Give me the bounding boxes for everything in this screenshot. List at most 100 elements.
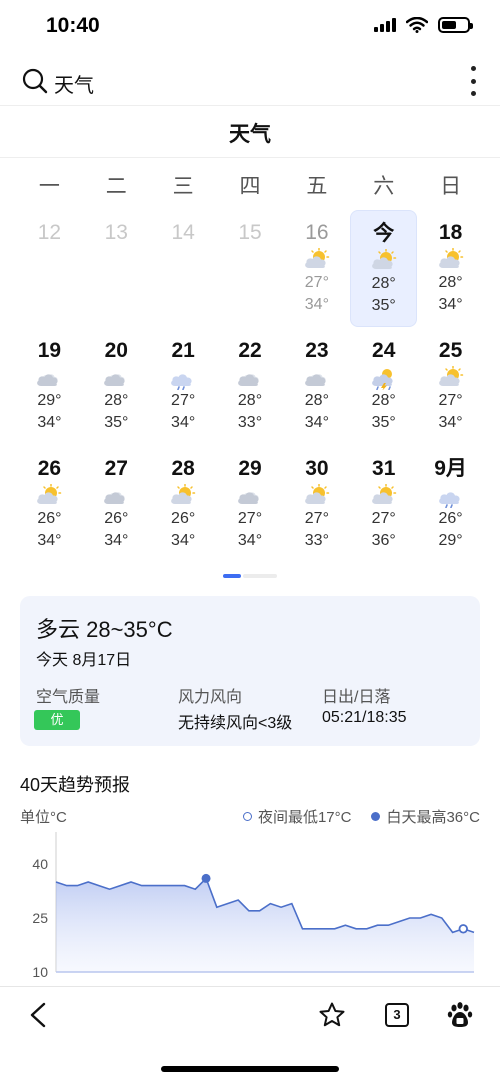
partly-cloudy-icon [304,248,330,268]
calendar-day[interactable]: 24 28° 35° [350,328,417,446]
day-number: 14 [171,221,195,244]
day-number: 21 [171,339,195,362]
day-high-temp: 34° [104,532,129,549]
more-options-icon[interactable] [468,66,478,96]
status-icons [374,17,473,33]
day-high-temp: 34° [237,532,263,549]
calendar-day[interactable]: 23 28° 34° [283,328,350,446]
day-number: 22 [238,339,262,362]
search-bar[interactable]: 天气 [0,58,500,104]
day-low-temp: 27° [237,510,263,527]
legend-high: 白天最高36°C [371,806,480,827]
day-number: 15 [238,221,262,244]
legend-high-marker [371,812,381,821]
calendar-day[interactable]: 18 28° 34° [417,210,484,328]
calendar-day[interactable]: 19 29° 34° [16,328,83,446]
day-high-temp: 34° [171,414,196,431]
day-low-temp: 26° [104,510,129,527]
partly-cloudy-icon [304,484,330,504]
day-number: 24 [372,339,396,362]
page-indicator-active [223,574,241,578]
weekday-label: 五 [306,175,328,198]
day-low-temp: 27° [304,510,329,527]
home-indicator [161,1066,339,1072]
day-number: 26 [37,457,62,480]
cloudy-icon [304,374,326,386]
aqi-label: 空气质量 [36,689,101,706]
trend-area [56,878,474,972]
y-tick-label: 25 [32,910,48,926]
wind-label: 风力风向 [178,689,243,706]
day-low-temp: 28° [104,392,129,409]
status-time: 10:40 [46,14,100,37]
baidu-paw-icon[interactable] [446,1001,474,1029]
day-low-temp: 28° [438,274,463,291]
calendar-day-today[interactable]: 今 28° 35° [350,210,418,327]
min-temp-marker [458,924,468,934]
calendar-day[interactable]: 28 26° 34° [150,446,217,564]
back-icon[interactable] [26,1001,50,1029]
calendar-day[interactable]: 22 28° 33° [217,328,284,446]
calendar-day[interactable]: 25 27° 34° [417,328,484,446]
tab-count-button[interactable]: 3 [385,1003,409,1027]
calendar-day[interactable]: 31 27° 36° [350,446,417,564]
day-high-temp: 34° [37,532,62,549]
search-icon[interactable] [22,68,48,94]
today-summary-card[interactable]: 多云 28~35°C 今天 8月17日 空气质量 优 风力风向 无持续风向<3级… [20,596,480,746]
day-low-temp: 28° [304,392,329,409]
partly-cloudy-icon [438,366,463,386]
trend-unit: 单位°C [20,809,67,826]
star-icon[interactable] [318,1001,346,1029]
calendar-day[interactable]: 9月 26° 29° [417,446,484,564]
calendar-day[interactable]: 29 27° 34° [217,446,284,564]
partly-cloudy-icon [37,484,62,504]
day-low-temp: 26° [438,510,463,527]
day-low-temp: 27° [371,510,396,527]
trend-legend: 夜间最低17°C 白天最高36°C [223,806,480,827]
day-high-temp: 34° [37,414,62,431]
calendar-day[interactable]: 30 27° 33° [283,446,350,564]
trend-title: 40天趋势预报 [20,775,131,795]
page-indicator [223,574,277,578]
calendar-week-row: 12 13 14 15 16 27° 34° 今 28° 35° 18 28° 34° [16,210,484,328]
rain-icon [438,492,460,508]
day-high-temp: 35° [104,414,129,431]
day-number: 19 [37,339,62,362]
day-low-temp: 26° [171,510,196,527]
day-high-temp: 35° [371,297,396,314]
calendar-week-row: 19 29° 34° 20 28° 35° 21 27° 34° 22 28° 33° 23 28° 34°… [16,328,484,446]
day-low-temp: 27° [304,274,329,291]
calendar-day[interactable]: 27 26° 34° [83,446,150,564]
calendar-week-row: 26 26° 34° 27 26° 34° 28 26° 34° 29 27° 34° 30 27° 33°… [16,446,484,564]
weekday-label: 四 [239,175,261,198]
rain-icon [171,374,192,390]
calendar-day[interactable]: 20 28° 35° [83,328,150,446]
trend-chart[interactable]: 40 25 10 [0,828,500,988]
calendar-day[interactable]: 16 27° 34° [283,210,350,328]
cloudy-icon [238,374,259,386]
day-low-temp: 28° [371,392,396,409]
legend-low: 夜间最低17°C [242,806,352,827]
partly-cloudy-icon [171,484,196,504]
day-number: 27 [104,457,128,480]
day-number: 13 [104,221,128,244]
day-number: 31 [372,457,396,480]
calendar-day[interactable]: 26 26° 34° [16,446,83,564]
day-low-temp: 26° [37,510,62,527]
calendar-day[interactable]: 21 27° 34° [150,328,217,446]
day-number: 12 [37,221,62,244]
cloudy-icon [238,492,259,504]
search-query[interactable]: 天气 [54,69,94,98]
sun-value: 05:21/18:35 [322,709,407,726]
header-divider [0,105,500,106]
weekday-header: 一 二 三 四 五 六 日 [16,170,484,200]
cloudy-icon [104,492,125,504]
day-high-temp: 33° [237,414,263,431]
legend-low-text: 夜间最低17°C [257,809,352,826]
day-number: 今 [373,222,395,245]
cloudy-icon [104,374,125,386]
title-divider [0,157,500,158]
calendar-day: 12 [16,210,83,328]
page-title: 天气 [229,123,271,146]
forecast-calendar: 12 13 14 15 16 27° 34° 今 28° 35° 18 28° 34° 19 29° 34° 2… [16,210,484,564]
